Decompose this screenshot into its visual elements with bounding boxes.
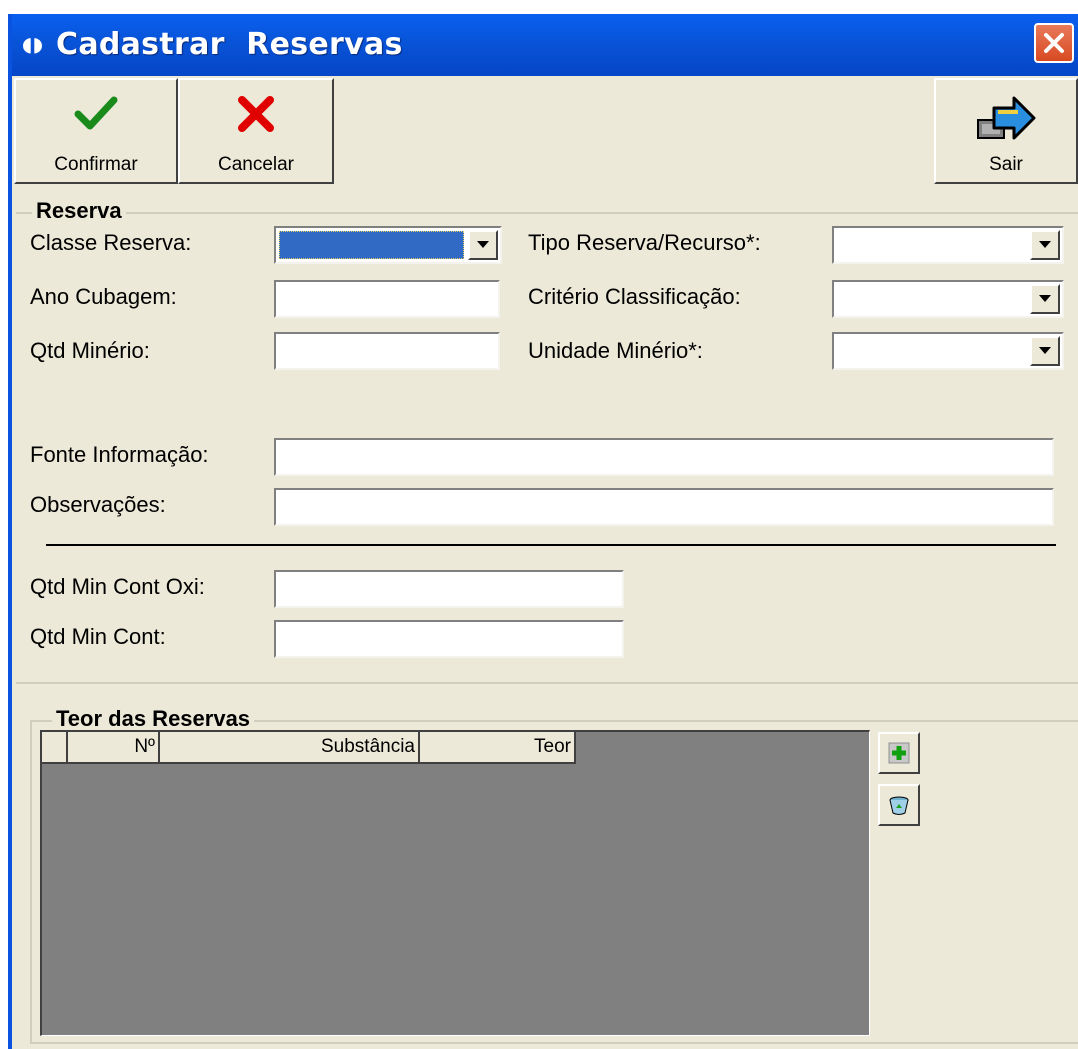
unidade-dropdown-button[interactable] <box>1030 336 1060 366</box>
unidade-minerio-select[interactable] <box>832 332 1064 370</box>
qtd-min-cont-input[interactable] <box>274 620 624 658</box>
exit-label: Sair <box>989 154 1023 175</box>
grid-header-teor[interactable]: Teor <box>420 732 576 764</box>
chevron-down-icon <box>1039 295 1051 302</box>
chevron-down-icon <box>477 241 489 248</box>
checkmark-icon <box>74 96 118 130</box>
qtd-min-cont-oxi-label: Qtd Min Cont Oxi: <box>30 574 205 599</box>
classe-reserva-selection <box>279 231 464 259</box>
qtd-minerio-label: Qtd Minério: <box>30 338 150 363</box>
grid-header-numero[interactable]: Nº <box>68 732 160 764</box>
fonte-informacao-label: Fonte Informação: <box>30 442 209 467</box>
cancel-label: Cancelar <box>217 154 295 175</box>
app-icon: ◖◗ <box>22 32 44 56</box>
classe-reserva-label: Classe Reserva: <box>30 230 192 255</box>
fonte-informacao-input[interactable] <box>274 438 1054 476</box>
reserva-group-title: Reserva <box>32 198 126 224</box>
toolbar: Confirmar Cancelar Sair <box>12 76 1078 186</box>
teor-group-title: Teor das Reservas <box>52 706 255 732</box>
observacoes-label: Observações: <box>30 492 166 517</box>
ano-cubagem-label: Ano Cubagem: <box>30 284 177 309</box>
exit-arrow-icon <box>977 96 1036 140</box>
confirm-label: Confirmar <box>54 154 138 175</box>
qtd-min-cont-label: Qtd Min Cont: <box>30 624 166 649</box>
qtd-min-cont-oxi-input[interactable] <box>274 570 624 608</box>
criterio-dropdown-button[interactable] <box>1030 284 1060 314</box>
classe-reserva-dropdown-button[interactable] <box>468 230 498 260</box>
separator-line <box>46 544 1056 546</box>
cancel-button[interactable]: Cancelar <box>178 78 334 184</box>
delete-bin-icon <box>889 796 909 815</box>
tipo-reserva-label: Tipo Reserva/Recurso*: <box>528 230 761 255</box>
delete-row-button[interactable] <box>878 784 920 826</box>
tipo-reserva-select[interactable] <box>832 226 1064 264</box>
close-icon <box>1044 33 1064 53</box>
grid-header-substancia[interactable]: Substância <box>160 732 420 764</box>
add-row-button[interactable] <box>878 732 920 774</box>
criterio-classificacao-select[interactable] <box>832 280 1064 318</box>
exit-button[interactable]: Sair <box>934 78 1078 184</box>
observacoes-input[interactable] <box>274 488 1054 526</box>
title-bar[interactable]: ◖◗ Cadastrar Reservas <box>12 14 1078 76</box>
window-title: Cadastrar Reservas <box>56 27 403 62</box>
criterio-classificacao-label: Critério Classificação: <box>528 284 741 309</box>
qtd-minerio-input[interactable] <box>274 332 500 370</box>
cadastrar-reservas-window: ◖◗ Cadastrar Reservas Confirmar Cancelar <box>8 14 1078 1049</box>
x-icon <box>238 96 274 132</box>
close-button[interactable] <box>1034 23 1074 63</box>
ano-cubagem-input[interactable] <box>274 280 500 318</box>
unidade-minerio-label: Unidade Minério*: <box>528 338 703 363</box>
chevron-down-icon <box>1039 241 1051 248</box>
classe-reserva-select[interactable] <box>274 226 502 264</box>
teor-grid[interactable]: Nº Substância Teor <box>40 730 870 1036</box>
chevron-down-icon <box>1039 347 1051 354</box>
tipo-reserva-dropdown-button[interactable] <box>1030 230 1060 260</box>
add-plus-icon <box>888 742 910 764</box>
confirm-button[interactable]: Confirmar <box>14 78 178 184</box>
grid-header-indicator <box>42 732 68 764</box>
